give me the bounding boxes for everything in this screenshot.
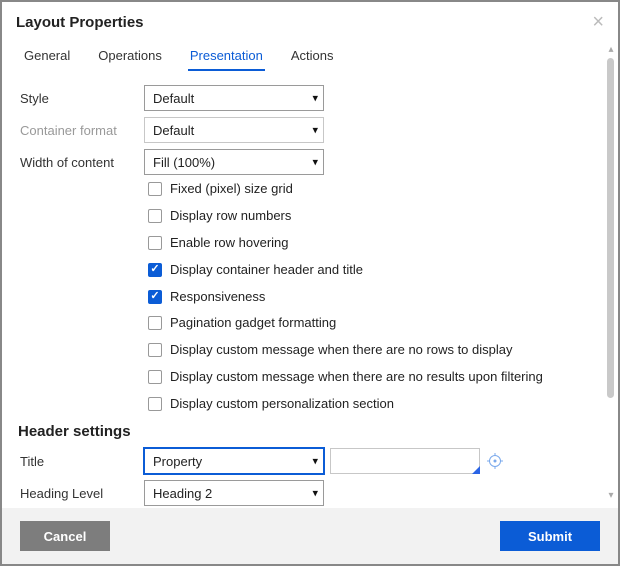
width-of-content-value: Fill (100%): [153, 155, 215, 170]
checkbox-label-responsive: Responsiveness: [170, 289, 265, 306]
checkbox-pagination[interactable]: [148, 316, 162, 330]
close-icon[interactable]: ×: [592, 12, 604, 32]
checkbox-label-header_title: Display container header and title: [170, 262, 363, 279]
checkbox-label-no_results_msg: Display custom message when there are no…: [170, 369, 543, 386]
label-width-of-content: Width of content: [16, 155, 144, 170]
checkbox-label-fixed_grid: Fixed (pixel) size grid: [170, 181, 293, 198]
checkbox-fixed_grid[interactable]: [148, 182, 162, 196]
row-style: Style Default: [16, 85, 592, 111]
title-select[interactable]: Property: [144, 448, 324, 474]
dialog-title: Layout Properties: [16, 14, 144, 31]
label-heading-level: Heading Level: [16, 486, 144, 501]
checkbox-no_rows_msg[interactable]: [148, 343, 162, 357]
checkbox-row-responsive: Responsiveness: [148, 289, 592, 306]
tab-actions[interactable]: Actions: [289, 44, 336, 71]
submit-button[interactable]: Submit: [500, 521, 600, 551]
layout-properties-dialog: Layout Properties × General Operations P…: [0, 0, 620, 566]
checkbox-row-personalize: Display custom personalization section: [148, 396, 592, 413]
tab-general[interactable]: General: [22, 44, 72, 71]
section-header-settings: Header settings: [18, 423, 592, 440]
dialog-header: Layout Properties ×: [2, 2, 618, 38]
row-title: Title Property: [16, 448, 592, 474]
checkbox-row_hover[interactable]: [148, 236, 162, 250]
cancel-button[interactable]: Cancel: [20, 521, 110, 551]
dialog-footer: Cancel Submit: [2, 508, 618, 564]
title-select-value: Property: [153, 454, 202, 469]
checkbox-row-no_rows_msg: Display custom message when there are no…: [148, 342, 592, 359]
checkbox-header_title[interactable]: [148, 263, 162, 277]
resize-corner-icon: [472, 466, 480, 474]
container-format-value: Default: [153, 123, 194, 138]
style-select[interactable]: Default: [144, 85, 324, 111]
title-freeform-input[interactable]: [330, 448, 480, 474]
checkbox-stack: Fixed (pixel) size grid Display row numbe…: [148, 181, 592, 413]
row-container-format: Container format Default: [16, 117, 592, 143]
checkbox-responsive[interactable]: [148, 290, 162, 304]
label-container-format: Container format: [16, 123, 144, 138]
checkbox-row-no_results_msg: Display custom message when there are no…: [148, 369, 592, 386]
label-title: Title: [16, 454, 144, 469]
tab-presentation[interactable]: Presentation: [188, 44, 265, 71]
checkbox-row-row_numbers: Display row numbers: [148, 208, 592, 225]
crosshair-icon[interactable]: [486, 453, 504, 469]
checkbox-no_results_msg[interactable]: [148, 370, 162, 384]
checkbox-label-no_rows_msg: Display custom message when there are no…: [170, 342, 513, 359]
checkbox-row-fixed_grid: Fixed (pixel) size grid: [148, 181, 592, 198]
row-heading-level: Heading Level Heading 2: [16, 480, 592, 506]
checkbox-row_numbers[interactable]: [148, 209, 162, 223]
label-style: Style: [16, 91, 144, 106]
checkbox-label-row_hover: Enable row hovering: [170, 235, 289, 252]
width-of-content-select[interactable]: Fill (100%): [144, 149, 324, 175]
heading-level-value: Heading 2: [153, 486, 212, 501]
tab-bar: General Operations Presentation Actions: [16, 38, 592, 71]
scrollbar-thumb[interactable]: [607, 58, 614, 398]
row-width-of-content: Width of content Fill (100%): [16, 149, 592, 175]
style-select-value: Default: [153, 91, 194, 106]
dialog-body: General Operations Presentation Actions …: [2, 38, 618, 508]
container-format-select[interactable]: Default: [144, 117, 324, 143]
checkbox-label-row_numbers: Display row numbers: [170, 208, 291, 225]
checkbox-row-header_title: Display container header and title: [148, 262, 592, 279]
checkbox-personalize[interactable]: [148, 397, 162, 411]
checkbox-label-personalize: Display custom personalization section: [170, 396, 394, 413]
checkbox-row-pagination: Pagination gadget formatting: [148, 315, 592, 332]
checkbox-row-row_hover: Enable row hovering: [148, 235, 592, 252]
scroll-down-icon[interactable]: ▾: [605, 490, 617, 502]
scrollbar[interactable]: ▴ ▾: [604, 44, 618, 502]
heading-level-select[interactable]: Heading 2: [144, 480, 324, 506]
scroll-up-icon[interactable]: ▴: [605, 44, 617, 56]
checkbox-label-pagination: Pagination gadget formatting: [170, 315, 336, 332]
tab-operations[interactable]: Operations: [96, 44, 164, 71]
